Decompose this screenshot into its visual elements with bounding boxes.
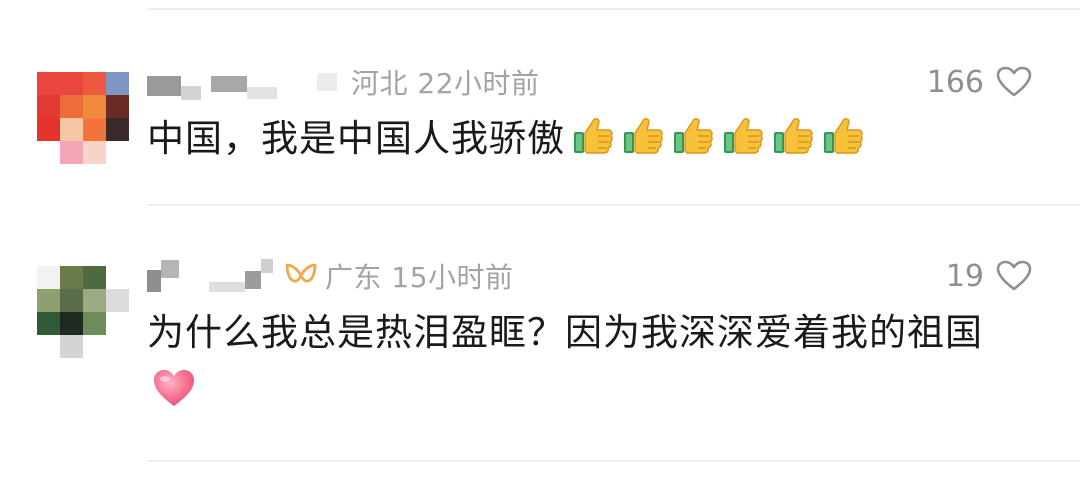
comment-item: 河北 22小时前 166 中国，我是中国人我骄傲	[0, 58, 1080, 198]
pink-heart-icon	[154, 370, 194, 406]
like-button[interactable]: 19	[946, 256, 1032, 296]
timestamp: 22小时前	[417, 67, 540, 100]
thumbs-up-icon	[724, 118, 763, 154]
location-time: 广东 15小时前	[325, 256, 514, 296]
fans-badge-icon	[285, 263, 317, 283]
thumbs-up-icon	[824, 118, 863, 154]
username-redacted[interactable]	[147, 62, 351, 102]
comment-body: 为什么我总是热泪盈眶？因为我深深爱着我的祖国	[147, 311, 983, 354]
comment-item: 广东 15小时前 19 为什么我总是热泪盈眶？因为我深深爱着我的祖国	[0, 252, 1080, 452]
location: 河北	[351, 67, 409, 100]
comment-text: 为什么我总是热泪盈眶？因为我深深爱着我的祖国	[147, 304, 1027, 420]
comment-meta: 广东 15小时前	[147, 256, 514, 296]
comment-body: 中国，我是中国人我骄傲	[147, 117, 565, 160]
comment-text: 中国，我是中国人我骄傲	[147, 110, 1027, 168]
timestamp: 15小时前	[391, 261, 514, 294]
location-time: 河北 22小时前	[351, 62, 540, 102]
location: 广东	[325, 261, 383, 294]
comment-meta: 河北 22小时前	[147, 62, 540, 102]
avatar[interactable]	[37, 266, 129, 358]
heart-outline-icon[interactable]	[996, 66, 1032, 98]
divider	[147, 8, 1080, 10]
thumbs-up-icon	[674, 118, 713, 154]
heart-outline-icon[interactable]	[996, 260, 1032, 292]
thumbs-up-icon	[574, 118, 613, 154]
emoji-group	[565, 117, 865, 160]
username-redacted[interactable]	[147, 256, 283, 296]
avatar[interactable]	[37, 72, 129, 164]
comment-list: 河北 22小时前 166 中国，我是中国人我骄傲 广东 15小时前 19 为什么…	[0, 0, 1080, 483]
divider	[147, 460, 1080, 462]
like-button[interactable]: 166	[927, 62, 1032, 102]
like-count: 19	[945, 258, 984, 294]
divider	[147, 204, 1080, 206]
like-count: 166	[926, 64, 984, 100]
thumbs-up-icon	[624, 118, 663, 154]
thumbs-up-icon	[774, 118, 813, 154]
